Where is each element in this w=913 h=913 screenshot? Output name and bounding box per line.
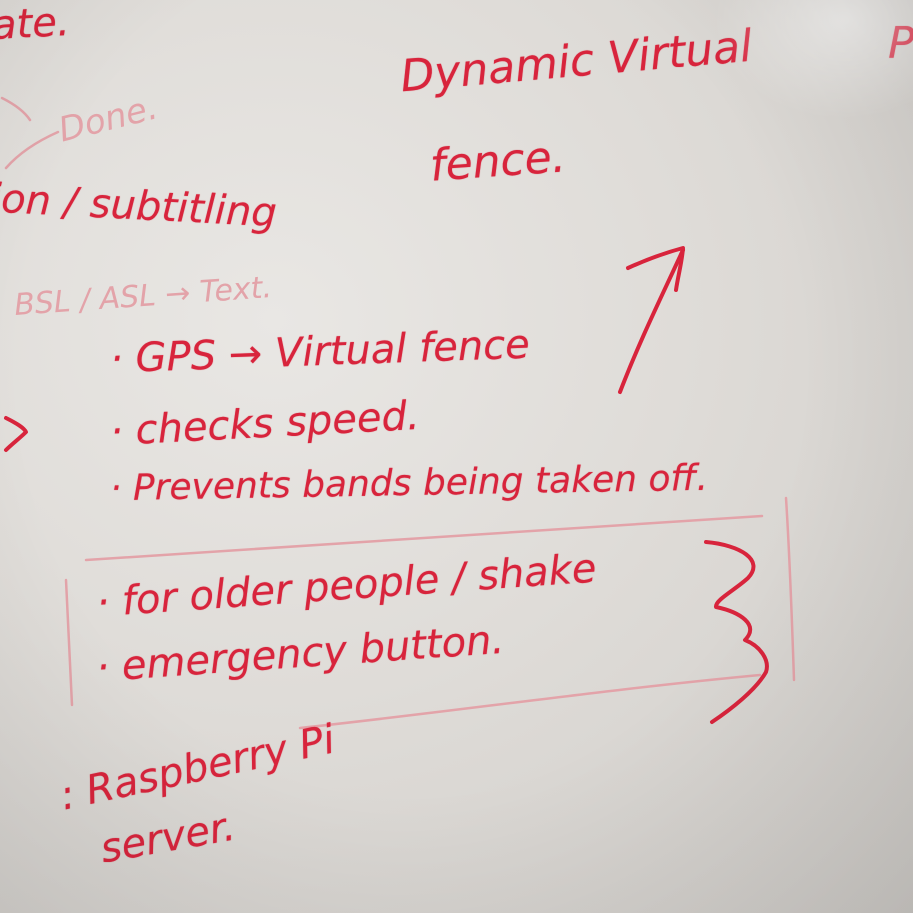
box-right-edge xyxy=(784,496,796,682)
arrow-up-right-icon xyxy=(618,246,685,394)
curly-brace-icon xyxy=(704,540,769,724)
box-bottom-edge xyxy=(298,673,762,730)
box-left-edge xyxy=(64,578,74,707)
divider-line xyxy=(84,514,764,562)
arrow-right-icon xyxy=(4,416,28,452)
top-left-fragment: ate. xyxy=(0,0,71,49)
top-right-fragment: P xyxy=(888,18,913,69)
done-arrow-icon xyxy=(0,96,60,170)
whiteboard: ate. Done. ion / subtitling BSL / ASL → … xyxy=(0,0,913,913)
prevents-bands-note: · Prevents bands being taken off. xyxy=(109,457,709,510)
fence-note: fence. xyxy=(428,131,568,192)
